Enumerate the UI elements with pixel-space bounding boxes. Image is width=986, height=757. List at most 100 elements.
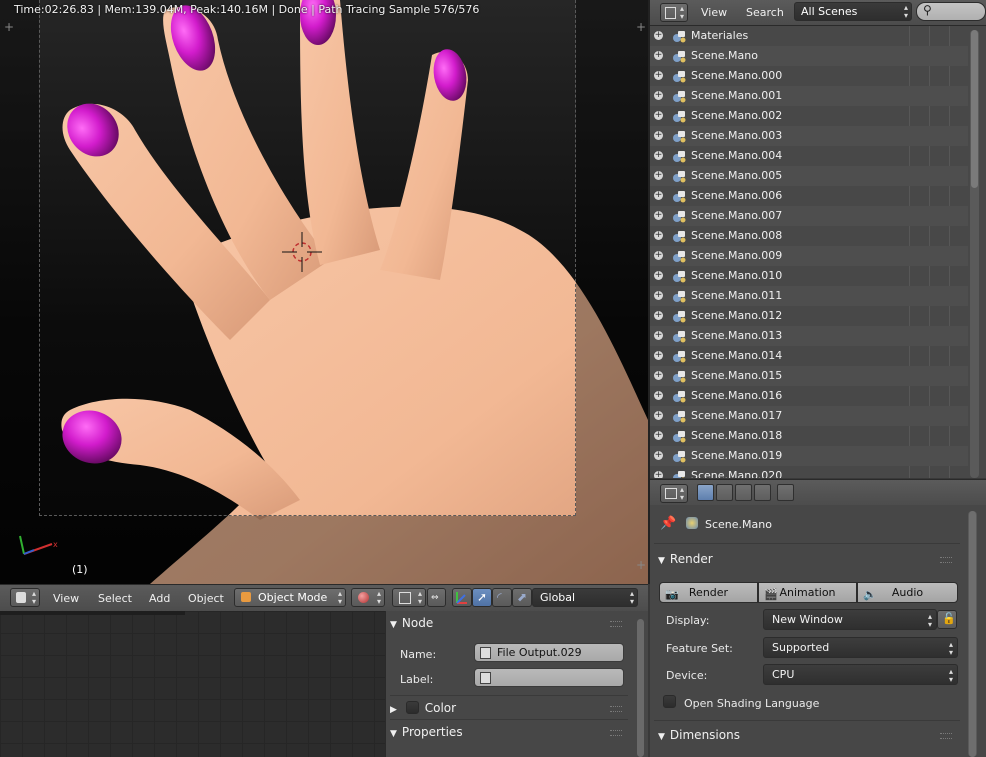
corner-plus-icon[interactable]: + bbox=[636, 20, 646, 34]
expand-plus-icon[interactable]: + bbox=[654, 311, 663, 320]
pin-icon[interactable]: 📌 bbox=[660, 516, 676, 531]
drag-grip-icon[interactable] bbox=[940, 557, 952, 563]
tab-render-layers-icon[interactable] bbox=[716, 484, 733, 501]
expand-plus-icon[interactable]: + bbox=[654, 31, 663, 40]
render-section-header[interactable]: ▼ Render bbox=[658, 548, 958, 570]
expand-plus-icon[interactable]: + bbox=[654, 71, 663, 80]
outliner-item[interactable]: + Scene.Mano.018 bbox=[650, 426, 968, 446]
expand-plus-icon[interactable]: + bbox=[654, 391, 663, 400]
expand-plus-icon[interactable]: + bbox=[654, 291, 663, 300]
properties-section-header[interactable]: ▼ Properties bbox=[390, 721, 628, 743]
outliner-search-input[interactable]: ⚲ bbox=[916, 2, 986, 21]
drag-grip-icon[interactable] bbox=[940, 733, 952, 739]
node-editor-canvas[interactable] bbox=[0, 611, 385, 757]
expand-plus-icon[interactable]: + bbox=[654, 471, 663, 478]
corner-plus-icon[interactable]: + bbox=[636, 558, 646, 572]
menu-view[interactable]: View bbox=[53, 589, 79, 608]
outliner-item[interactable]: + Scene.Mano.014 bbox=[650, 346, 968, 366]
feature-set-dropdown[interactable]: Supported ▴ ▾ bbox=[763, 637, 958, 658]
orientation-dropdown[interactable]: Global ▴ ▾ bbox=[532, 588, 638, 607]
expand-plus-icon[interactable]: + bbox=[654, 411, 663, 420]
manipulator-toggle[interactable]: ⇔ bbox=[427, 588, 446, 607]
outliner-item[interactable]: + Scene.Mano.009 bbox=[650, 246, 968, 266]
outliner-menu-view[interactable]: View bbox=[701, 3, 727, 22]
outliner-menu-search[interactable]: Search bbox=[746, 3, 784, 22]
expand-plus-icon[interactable]: + bbox=[654, 171, 663, 180]
outliner-item[interactable]: + Scene.Mano.004 bbox=[650, 146, 968, 166]
expand-plus-icon[interactable]: + bbox=[654, 91, 663, 100]
outliner-item[interactable]: + Scene.Mano.006 bbox=[650, 186, 968, 206]
shading-dropdown[interactable]: ▴ ▾ bbox=[351, 588, 385, 607]
tab-texture-icon[interactable] bbox=[777, 484, 794, 501]
editor-type-button[interactable]: ▴ ▾ bbox=[660, 484, 688, 503]
expand-plus-icon[interactable]: + bbox=[654, 211, 663, 220]
node-panel-scrollbar[interactable] bbox=[633, 611, 648, 757]
outliner-item[interactable]: + Scene.Mano.002 bbox=[650, 106, 968, 126]
outliner-item[interactable]: + Scene.Mano.016 bbox=[650, 386, 968, 406]
outliner-scrollbar[interactable] bbox=[970, 30, 979, 478]
outliner-item[interactable]: + Scene.Mano.013 bbox=[650, 326, 968, 346]
outliner-item[interactable]: + Scene.Mano.001 bbox=[650, 86, 968, 106]
node-name-field[interactable]: File Output.029 bbox=[474, 643, 624, 662]
outliner-item[interactable]: + Scene.Mano.003 bbox=[650, 126, 968, 146]
corner-plus-icon[interactable]: + bbox=[4, 20, 14, 34]
audio-button[interactable]: 🔈 Audio bbox=[857, 582, 958, 603]
expand-plus-icon[interactable]: + bbox=[654, 51, 663, 60]
tab-render-camera-icon[interactable] bbox=[697, 484, 714, 501]
node-section-header[interactable]: ▼ Node bbox=[390, 612, 628, 634]
color-checkbox[interactable] bbox=[405, 701, 419, 714]
scale-widget-button[interactable]: ⬈ bbox=[512, 588, 532, 607]
lock-interface-button[interactable]: 🔓 bbox=[937, 610, 957, 629]
outliner-item[interactable]: + Scene.Mano.008 bbox=[650, 226, 968, 246]
outliner-item[interactable]: + Scene.Mano.005 bbox=[650, 166, 968, 186]
animation-button[interactable]: 🎬 Animation bbox=[758, 582, 857, 603]
rotate-widget-button[interactable]: ◜ bbox=[492, 588, 512, 607]
expand-plus-icon[interactable]: + bbox=[654, 151, 663, 160]
osl-checkbox[interactable] bbox=[663, 695, 676, 708]
3d-viewport[interactable]: Time:02:26.83 | Mem:139.04M, Peak:140.16… bbox=[0, 0, 650, 584]
menu-select[interactable]: Select bbox=[98, 589, 132, 608]
drag-grip-icon[interactable] bbox=[610, 621, 622, 627]
outliner-item[interactable]: + Scene.Mano.017 bbox=[650, 406, 968, 426]
expand-plus-icon[interactable]: + bbox=[654, 231, 663, 240]
outliner-item[interactable]: + Scene.Mano.010 bbox=[650, 266, 968, 286]
outliner-item[interactable]: + Scene.Mano.000 bbox=[650, 66, 968, 86]
drag-grip-icon[interactable] bbox=[610, 706, 622, 712]
scene-filter-dropdown[interactable]: All Scenes ▴ ▾ bbox=[794, 2, 912, 21]
properties-scrollbar[interactable] bbox=[968, 511, 977, 757]
device-dropdown[interactable]: CPU ▴ ▾ bbox=[763, 664, 958, 685]
drag-grip-icon[interactable] bbox=[610, 730, 622, 736]
editor-type-button[interactable]: ▴ ▾ bbox=[10, 588, 40, 607]
expand-plus-icon[interactable]: + bbox=[654, 331, 663, 340]
outliner-item[interactable]: + Scene.Mano.012 bbox=[650, 306, 968, 326]
translate-widget-button[interactable]: ➚ bbox=[472, 588, 492, 607]
menu-object[interactable]: Object bbox=[188, 589, 224, 608]
outliner-item[interactable]: + Scene.Mano.011 bbox=[650, 286, 968, 306]
outliner-item[interactable]: + Scene.Mano.015 bbox=[650, 366, 968, 386]
expand-plus-icon[interactable]: + bbox=[654, 351, 663, 360]
editor-type-button[interactable]: ▴ ▾ bbox=[660, 3, 688, 22]
mode-dropdown[interactable]: Object Mode ▴ ▾ bbox=[234, 588, 346, 607]
expand-plus-icon[interactable]: + bbox=[654, 131, 663, 140]
dimensions-section-header[interactable]: ▼ Dimensions bbox=[658, 724, 958, 746]
expand-plus-icon[interactable]: + bbox=[654, 271, 663, 280]
display-dropdown[interactable]: New Window ▴ ▾ bbox=[763, 609, 937, 630]
expand-plus-icon[interactable]: + bbox=[654, 191, 663, 200]
expand-plus-icon[interactable]: + bbox=[654, 451, 663, 460]
outliner-item[interactable]: + Scene.Mano.020 bbox=[650, 466, 968, 478]
expand-plus-icon[interactable]: + bbox=[654, 431, 663, 440]
tab-world-icon[interactable] bbox=[754, 484, 771, 501]
expand-plus-icon[interactable]: + bbox=[654, 111, 663, 120]
outliner-item[interactable]: + Scene.Mano bbox=[650, 46, 968, 66]
outliner-item[interactable]: + Scene.Mano.019 bbox=[650, 446, 968, 466]
outliner-item[interactable]: + Scene.Mano.007 bbox=[650, 206, 968, 226]
color-section-header[interactable]: ▶ Color bbox=[390, 697, 628, 719]
node-label-field[interactable] bbox=[474, 668, 624, 687]
pivot-dropdown[interactable]: ▴ ▾ bbox=[392, 588, 426, 607]
tab-scene-icon[interactable] bbox=[735, 484, 752, 501]
menu-add[interactable]: Add bbox=[149, 589, 170, 608]
transform-widget-toggle[interactable] bbox=[452, 588, 472, 607]
expand-plus-icon[interactable]: + bbox=[654, 371, 663, 380]
render-button[interactable]: 📷 Render bbox=[659, 582, 758, 603]
expand-plus-icon[interactable]: + bbox=[654, 251, 663, 260]
